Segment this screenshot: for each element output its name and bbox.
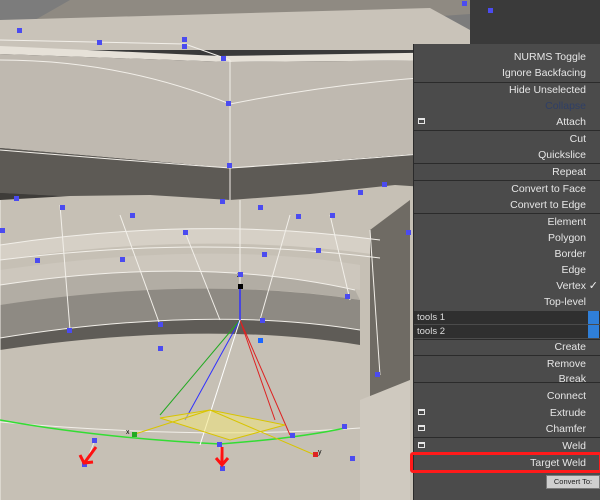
menu-separator — [414, 382, 600, 383]
menu-item-element[interactable]: Element — [414, 214, 600, 230]
quad-tools-2[interactable]: tools 2 — [414, 325, 600, 338]
menu-item-hide-unselected[interactable]: Hide Unselected — [414, 82, 600, 98]
menu-item-ignore-backfacing[interactable]: Ignore Backfacing — [414, 65, 600, 81]
menu-item-polygon[interactable]: Polygon — [414, 230, 600, 246]
target-weld-highlight — [410, 452, 600, 473]
settings-box-icon[interactable] — [418, 425, 425, 431]
menu-item-nurms-toggle[interactable]: NURMS Toggle — [414, 49, 600, 65]
menu-item-top-level[interactable]: Top-level — [414, 294, 600, 310]
menu-item-chamfer-label: Chamfer — [545, 423, 586, 435]
menu-item-remove[interactable]: Remove — [414, 356, 600, 372]
menu-item-create[interactable]: Create — [414, 339, 600, 355]
quad-tools-1-label: tools 1 — [417, 312, 445, 323]
upper-mesh — [0, 0, 470, 213]
quad-indicator-icon — [588, 325, 599, 338]
menu-item-extrude-label: Extrude — [549, 407, 586, 419]
menu-item-collapse[interactable]: Collapse — [414, 98, 600, 114]
menu-item-attach-label: Attach — [556, 116, 586, 128]
settings-box-icon[interactable] — [418, 118, 425, 124]
quad-indicator-icon — [588, 311, 599, 324]
menu-item-connect[interactable]: Connect — [414, 388, 600, 404]
menu-item-cut[interactable]: Cut — [414, 131, 600, 147]
convert-to-button[interactable]: Convert To: — [546, 475, 600, 489]
gizmo-y-label: y — [318, 449, 322, 456]
menu-item-border[interactable]: Border — [414, 246, 600, 262]
menu-item-convert-to-face[interactable]: Convert to Face — [414, 181, 600, 197]
quad-tools-1[interactable]: tools 1 — [414, 311, 600, 324]
menu-item-quickslice[interactable]: Quickslice — [414, 147, 600, 163]
settings-box-icon[interactable] — [418, 442, 425, 448]
quad-tools-2-label: tools 2 — [417, 326, 445, 337]
menu-item-extrude[interactable]: Extrude — [414, 405, 600, 421]
menu-item-repeat[interactable]: Repeat — [414, 164, 600, 180]
menu-item-weld-label: Weld — [562, 440, 586, 452]
gizmo-x-label: x — [126, 429, 130, 436]
checkmark-icon: ✓ — [588, 280, 598, 292]
quad-menu: NURMS Toggle Ignore Backfacing Hide Unse… — [413, 44, 600, 500]
menu-item-break[interactable]: Break — [414, 371, 600, 382]
menu-item-attach[interactable]: Attach — [414, 114, 600, 130]
menu-item-chamfer[interactable]: Chamfer — [414, 421, 600, 437]
menu-item-edge[interactable]: Edge — [414, 262, 600, 278]
menu-item-vertex-label: Vertex — [556, 280, 586, 292]
menu-item-convert-to-edge[interactable]: Convert to Edge — [414, 197, 600, 213]
menu-item-vertex[interactable]: Vertex ✓ — [414, 278, 600, 294]
settings-box-icon[interactable] — [418, 409, 425, 415]
